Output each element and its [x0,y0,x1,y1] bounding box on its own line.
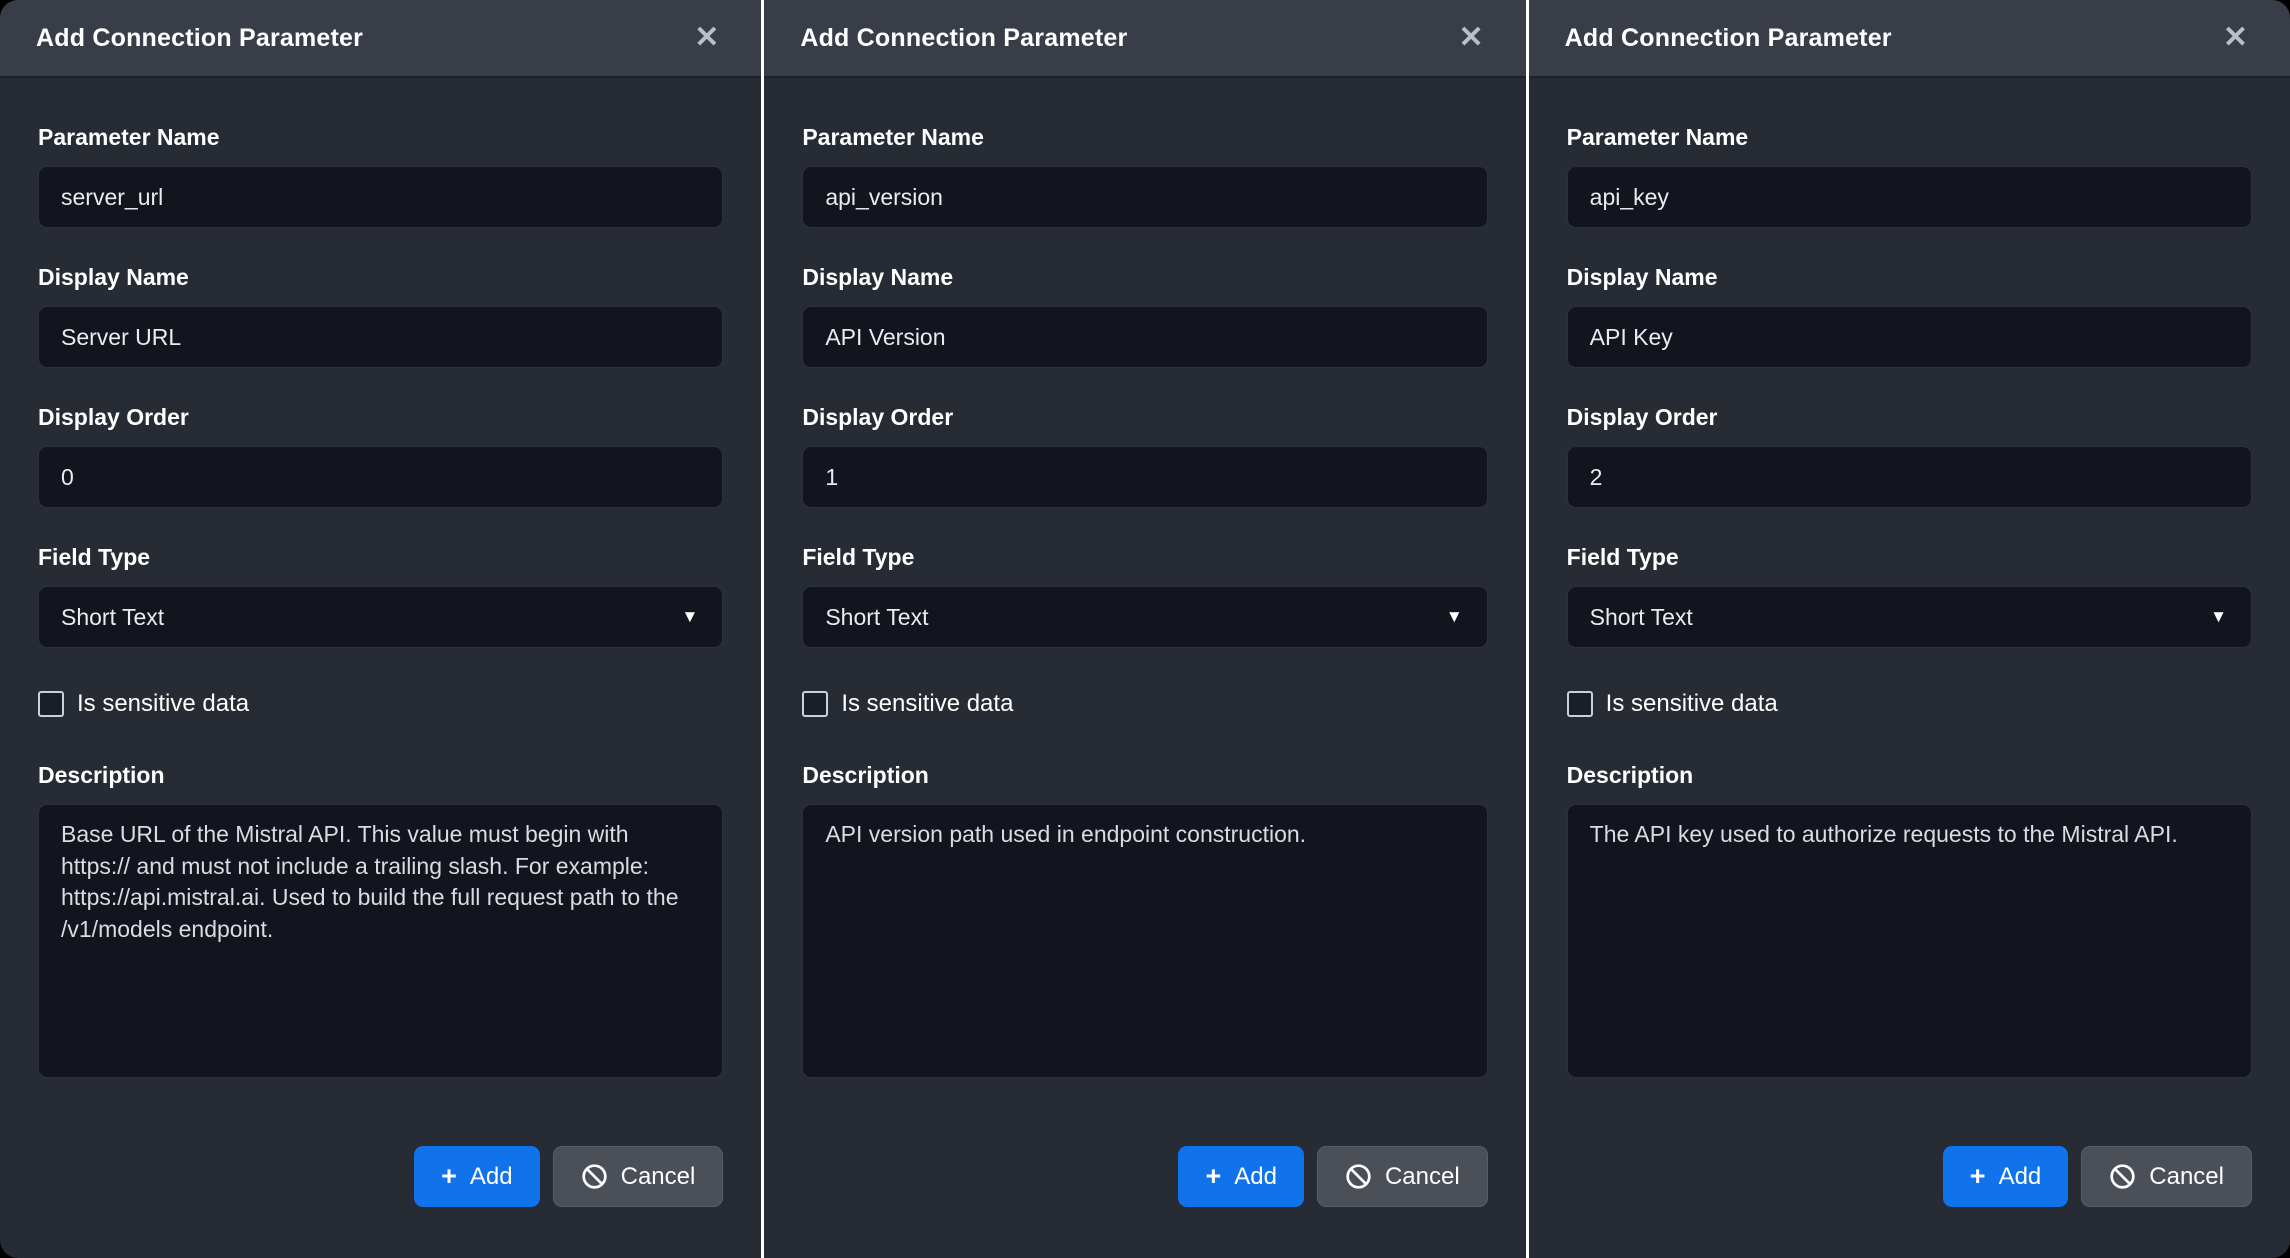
cancel-button-label: Cancel [621,1163,696,1191]
chevron-down-icon: ▼ [2210,607,2227,627]
ban-icon [581,1163,608,1190]
display-order-input[interactable] [38,446,723,508]
close-button[interactable]: ✕ [1453,19,1490,57]
sensitive-checkbox-label: Is sensitive data [1606,690,1778,718]
sensitive-checkbox[interactable] [38,691,64,717]
field-type-select[interactable]: Short Text ▼ [38,586,723,648]
display-order-label: Display Order [1567,404,2252,431]
add-button-label: Add [470,1163,513,1191]
display-name-label: Display Name [802,264,1487,291]
description-textarea[interactable]: The API key used to authorize requests t… [1567,804,2252,1078]
dialog-header: Add Connection Parameter ✕ [764,0,1525,78]
description-textarea[interactable]: Base URL of the Mistral API. This value … [38,804,723,1078]
field-type-label: Field Type [1567,544,2252,571]
parameter-name-input[interactable] [802,166,1487,228]
sensitive-checkbox-label: Is sensitive data [77,690,249,718]
close-icon: ✕ [2223,21,2248,54]
dialog-title: Add Connection Parameter [1565,24,1892,53]
field-type-selected-value: Short Text [825,604,928,631]
close-icon: ✕ [1459,21,1484,54]
plus-icon: + [441,1163,457,1190]
plus-icon: + [1970,1163,1986,1190]
parameter-name-input[interactable] [38,166,723,228]
dialog-header: Add Connection Parameter ✕ [0,0,761,78]
parameter-name-label: Parameter Name [802,124,1487,151]
sensitive-checkbox-label: Is sensitive data [841,690,1013,718]
display-order-input[interactable] [802,446,1487,508]
sensitive-data-row: Is sensitive data [802,690,1487,718]
add-button[interactable]: + Add [1943,1146,2068,1207]
display-order-input[interactable] [1567,446,2252,508]
field-type-select[interactable]: Short Text ▼ [1567,586,2252,648]
cancel-button[interactable]: Cancel [2081,1146,2252,1207]
add-connection-parameter-dialog-3: Add Connection Parameter ✕ Parameter Nam… [1529,0,2290,1258]
display-order-label: Display Order [38,404,723,431]
description-label: Description [38,762,723,789]
display-name-label: Display Name [38,264,723,291]
add-connection-parameter-dialog-2: Add Connection Parameter ✕ Parameter Nam… [764,0,1525,1258]
field-type-select[interactable]: Short Text ▼ [802,586,1487,648]
field-type-selected-value: Short Text [1590,604,1693,631]
dialog-title: Add Connection Parameter [800,24,1127,53]
close-button[interactable]: ✕ [688,19,725,57]
cancel-button[interactable]: Cancel [1317,1146,1488,1207]
add-button[interactable]: + Add [1178,1146,1303,1207]
display-name-label: Display Name [1567,264,2252,291]
add-connection-parameter-dialog-1: Add Connection Parameter ✕ Parameter Nam… [0,0,761,1258]
cancel-button[interactable]: Cancel [553,1146,724,1207]
add-button-label: Add [1234,1163,1277,1191]
display-name-input[interactable] [1567,306,2252,368]
ban-icon [1345,1163,1372,1190]
dialog-header: Add Connection Parameter ✕ [1529,0,2290,78]
field-type-selected-value: Short Text [61,604,164,631]
dialog-footer: + Add Cancel [1567,1146,2252,1247]
dialog-footer: + Add Cancel [38,1146,723,1247]
field-type-label: Field Type [38,544,723,571]
dialog-body: Parameter Name Display Name Display Orde… [764,78,1525,1258]
dialog-body: Parameter Name Display Name Display Orde… [0,78,761,1258]
parameter-name-input[interactable] [1567,166,2252,228]
parameter-name-label: Parameter Name [1567,124,2252,151]
sensitive-checkbox[interactable] [802,691,828,717]
dialog-footer: + Add Cancel [802,1146,1487,1247]
plus-icon: + [1205,1163,1221,1190]
cancel-button-label: Cancel [1385,1163,1460,1191]
add-button-label: Add [1999,1163,2042,1191]
add-button[interactable]: + Add [414,1146,539,1207]
chevron-down-icon: ▼ [682,607,699,627]
dialogs-strip: Add Connection Parameter ✕ Parameter Nam… [0,0,2290,1258]
sensitive-checkbox[interactable] [1567,691,1593,717]
dialog-title: Add Connection Parameter [36,24,363,53]
field-type-label: Field Type [802,544,1487,571]
sensitive-data-row: Is sensitive data [38,690,723,718]
display-name-input[interactable] [802,306,1487,368]
display-order-label: Display Order [802,404,1487,431]
ban-icon [2109,1163,2136,1190]
sensitive-data-row: Is sensitive data [1567,690,2252,718]
close-icon: ✕ [694,21,719,54]
description-label: Description [802,762,1487,789]
parameter-name-label: Parameter Name [38,124,723,151]
cancel-button-label: Cancel [2149,1163,2224,1191]
chevron-down-icon: ▼ [1446,607,1463,627]
close-button[interactable]: ✕ [2217,19,2254,57]
dialog-body: Parameter Name Display Name Display Orde… [1529,78,2290,1258]
description-label: Description [1567,762,2252,789]
description-textarea[interactable]: API version path used in endpoint constr… [802,804,1487,1078]
display-name-input[interactable] [38,306,723,368]
